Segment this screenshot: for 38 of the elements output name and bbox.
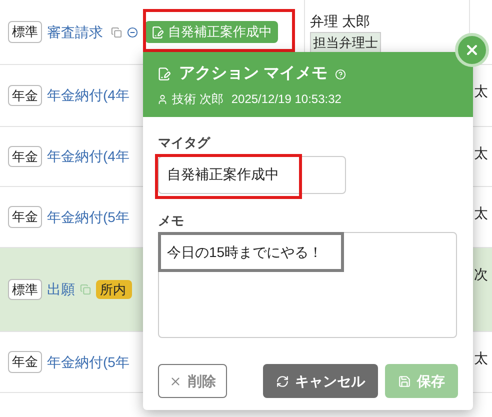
person-name: 太	[474, 82, 488, 101]
status-badge-button[interactable]: 自発補正案作成中	[145, 21, 278, 43]
flag-badge: 所内	[96, 280, 132, 300]
task-link[interactable]: 年金納付(4年	[47, 146, 130, 167]
person-name: 太	[474, 349, 488, 368]
memo-icon	[151, 26, 164, 38]
field-label: メモ	[158, 212, 185, 230]
task-link[interactable]: 出願	[47, 279, 75, 300]
task-link[interactable]: 年金納付(4年	[47, 85, 130, 106]
delete-button[interactable]: 削除	[158, 364, 227, 398]
memo-icon	[157, 67, 171, 81]
timestamp: 2025/12/19 10:53:32	[231, 91, 342, 108]
task-link[interactable]: 年金納付(5年	[47, 206, 130, 228]
close-icon	[464, 42, 480, 58]
help-icon[interactable]	[335, 68, 346, 80]
type-tag: 年金	[8, 206, 42, 228]
copy-icon[interactable]	[80, 284, 91, 295]
author-name: 技術 次郎	[172, 91, 224, 108]
person-name: 太	[474, 204, 488, 223]
cancel-button[interactable]: キャンセル	[263, 364, 378, 398]
type-tag: 標準	[8, 21, 42, 43]
field-label: マイタグ	[158, 134, 212, 152]
type-tag: 年金	[8, 146, 42, 168]
task-link[interactable]: 審査請求	[47, 22, 103, 42]
user-icon	[157, 94, 168, 104]
type-tag: 標準	[8, 278, 42, 300]
person-name: 太	[474, 144, 488, 163]
type-tag: 年金	[8, 84, 42, 106]
copy-icon[interactable]	[111, 26, 122, 38]
task-link[interactable]: 年金納付(5年	[47, 352, 130, 372]
person-name: 次	[474, 265, 488, 284]
person-name: 弁理 太郎	[310, 12, 370, 31]
close-icon	[169, 374, 182, 388]
refresh-icon	[276, 374, 289, 388]
collapse-icon[interactable]	[127, 26, 138, 38]
role-chip: 担当弁理士	[310, 32, 381, 53]
type-tag: 年金	[8, 351, 42, 373]
popover-title: アクション マイメモ	[179, 64, 328, 84]
